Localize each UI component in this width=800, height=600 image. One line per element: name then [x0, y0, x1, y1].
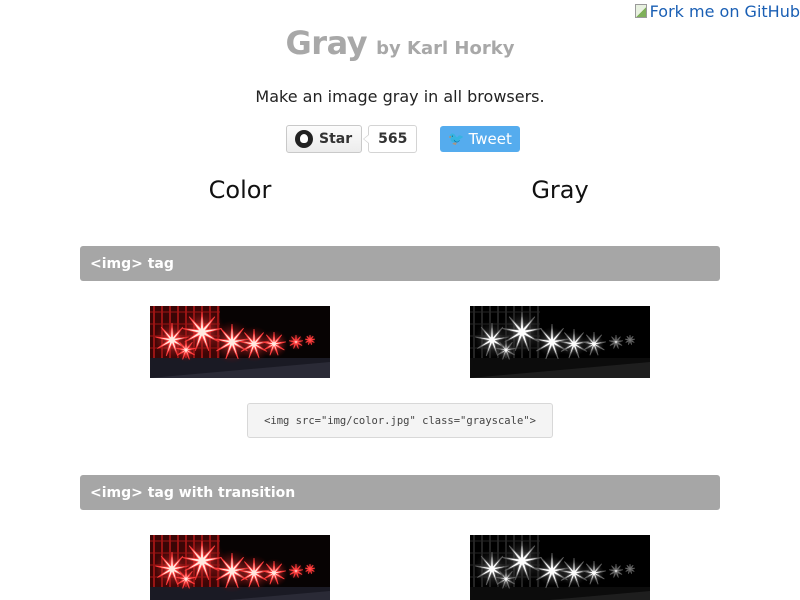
- github-icon: [295, 130, 313, 148]
- column-heading-color: Color: [208, 176, 272, 204]
- star-count[interactable]: 565: [363, 125, 418, 153]
- grayscale-image-transition: [470, 535, 650, 600]
- tweet-button[interactable]: 🐦 Tweet: [440, 126, 520, 152]
- section-header-img-tag: <img> tag: [80, 246, 720, 281]
- author-byline: by Karl Horky: [376, 38, 515, 59]
- tweet-label: Tweet: [468, 130, 512, 148]
- star-label: Star: [319, 131, 353, 147]
- code-snippet: <img src="img/color.jpg" class="grayscal…: [247, 403, 553, 438]
- broken-image-icon: [634, 4, 647, 18]
- color-image: [150, 306, 330, 378]
- section-header-img-transition: <img> tag with transition: [80, 475, 720, 510]
- github-star-button[interactable]: Star: [286, 125, 363, 153]
- fork-me-on-github-link[interactable]: Fork me on GitHub: [634, 0, 800, 22]
- page-tagline: Make an image gray in all browsers.: [255, 87, 545, 106]
- social-buttons: Star 565 🐦 Tweet: [286, 124, 520, 154]
- twitter-bird-icon: 🐦: [448, 131, 465, 147]
- page-header: Gray by Karl Horky: [0, 24, 800, 62]
- column-heading-gray: Gray: [531, 176, 589, 204]
- page-title: Gray: [285, 24, 368, 62]
- grayscale-image: [470, 306, 650, 378]
- color-image-transition: [150, 535, 330, 600]
- fork-me-label: Fork me on GitHub: [649, 1, 800, 21]
